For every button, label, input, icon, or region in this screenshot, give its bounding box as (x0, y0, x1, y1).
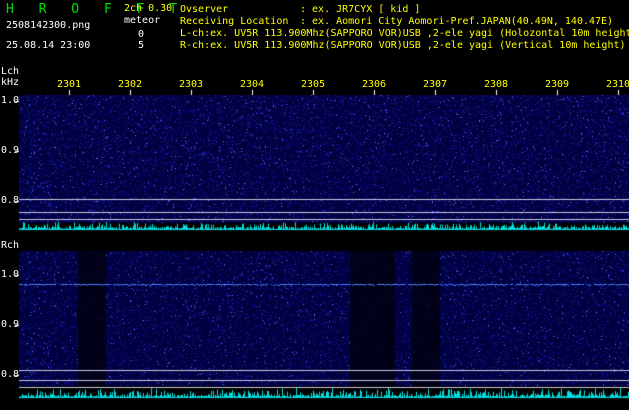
observer-line: Ovserver : ex. JR7CYX [ kid ] (180, 5, 420, 15)
lch-receiver-line: L-ch:ex. UV5R 113.900Mhz(SAPPORO VOR)USB… (180, 28, 629, 39)
lch-label: Lch (1, 66, 20, 77)
lch-freq-tick-label: 0.8 (1, 195, 20, 206)
time-tick-label: 2305 (301, 79, 326, 90)
meteor-label: meteor (124, 15, 161, 26)
location-key: Receiving Location (180, 16, 289, 27)
time-tick-label: 2307 (423, 79, 448, 90)
channel-mode-label: 2ch 0.30 (124, 3, 173, 14)
rch-freq-tick-label: 1.0 (1, 269, 20, 280)
rch-label: Rch (1, 240, 20, 251)
lch-freq-tick-label: 0.9 (1, 145, 20, 156)
time-tick-label: 2303 (179, 79, 204, 90)
image-filename: 2508142300.png (6, 20, 91, 31)
rch-freq-tick-label: 0.8 (1, 369, 20, 380)
time-tick-label: 2309 (545, 79, 570, 90)
time-tick-label: 2301 (57, 79, 82, 90)
waterfall-canvas (0, 0, 629, 410)
time-tick-label: 2308 (484, 79, 509, 90)
lch-unit-label: kHz (1, 77, 20, 88)
time-tick-label: 2302 (118, 79, 143, 90)
observer-key: Ovserver (180, 4, 229, 15)
time-tick-label: 2304 (240, 79, 265, 90)
location-value: : ex. Aomori City Aomori-Pref.JAPAN(40.4… (300, 16, 614, 27)
observer-value: : ex. JR7CYX [ kid ] (300, 4, 421, 15)
time-tick-label: 2306 (362, 79, 387, 90)
lch-freq-tick-label: 1.0 (1, 95, 20, 106)
rch-receiver-line: R-ch:ex. UV5R 113.900Mhz(SAPPORO VOR)USB… (180, 40, 626, 51)
rch-freq-tick-label: 0.9 (1, 319, 20, 330)
meteor-count-lch: 0 (138, 29, 145, 40)
location-line: Receiving Location : ex. Aomori City Aomo… (180, 17, 613, 27)
observation-datetime: 25.08.14 23:00 (6, 40, 91, 51)
meteor-count-rch: 5 (138, 40, 145, 51)
time-tick-label: 2310 (606, 79, 629, 90)
